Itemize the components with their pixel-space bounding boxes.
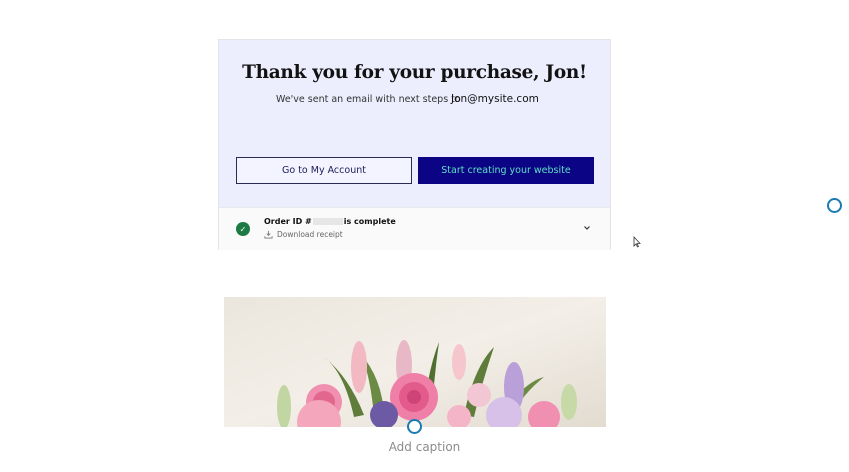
flower-bouquet-image[interactable] <box>224 297 606 427</box>
download-icon <box>264 230 273 239</box>
page-title: Thank you for your purchase, Jon! <box>242 62 587 83</box>
resize-handle-right[interactable] <box>827 198 842 213</box>
image-caption-input[interactable]: Add caption <box>0 440 849 454</box>
mouse-pointer-icon <box>633 236 641 248</box>
confirmation-subtitle: We've sent an email with next steps to <box>276 94 461 105</box>
purchase-confirmation-card: Thank you for your purchase, Jon! We've … <box>218 39 611 250</box>
order-id-prefix: Order ID # <box>264 217 312 226</box>
flower-bouquet-photo <box>224 297 606 427</box>
download-receipt-label: Download receipt <box>277 230 343 239</box>
start-creating-website-button[interactable]: Start creating your website <box>418 157 594 184</box>
order-status-text: Order ID # is complete <box>264 217 396 226</box>
confirmation-hero: Thank you for your purchase, Jon! We've … <box>219 40 610 207</box>
order-status-suffix: is complete <box>343 217 396 226</box>
go-to-account-button[interactable]: Go to My Account <box>236 157 412 184</box>
download-receipt-link[interactable]: Download receipt <box>264 230 343 239</box>
confirmation-email: Jon@mysite.com <box>451 93 539 105</box>
check-circle-icon: ✓ <box>236 222 250 236</box>
order-status-row: ✓ Order ID # is complete Download receipt <box>219 207 610 250</box>
chevron-down-icon[interactable] <box>582 223 592 233</box>
resize-handle-bottom[interactable] <box>407 419 422 434</box>
redacted-order-id <box>312 218 343 225</box>
